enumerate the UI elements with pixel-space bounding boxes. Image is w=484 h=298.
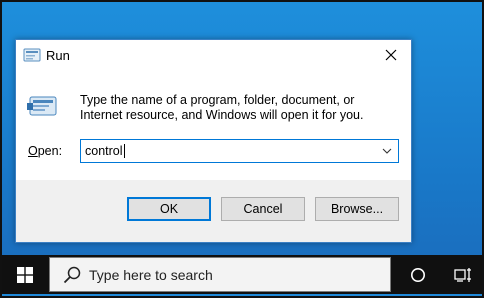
- taskbar-search-box[interactable]: Type here to search: [49, 257, 391, 292]
- close-icon: [385, 49, 397, 61]
- run-app-icon: [27, 96, 57, 116]
- run-dialog: Run Type the name of a program, folder, …: [15, 39, 412, 243]
- ok-button[interactable]: OK: [127, 197, 211, 221]
- close-button[interactable]: [371, 40, 411, 70]
- windows-logo-icon: [17, 266, 33, 283]
- open-label-accel: O: [28, 144, 38, 158]
- open-combobox[interactable]: control: [80, 139, 399, 163]
- task-view-button[interactable]: [448, 255, 478, 294]
- dialog-footer: OK Cancel Browse...: [16, 180, 411, 242]
- open-input[interactable]: control: [85, 144, 125, 158]
- cortana-button[interactable]: [402, 255, 434, 294]
- cancel-button[interactable]: Cancel: [221, 197, 305, 221]
- cortana-icon: [411, 267, 425, 282]
- dropdown-button[interactable]: [376, 140, 398, 162]
- start-button[interactable]: [2, 255, 48, 294]
- search-icon: [63, 266, 81, 284]
- open-label-rest: pen:: [37, 144, 63, 158]
- run-icon: [23, 48, 41, 62]
- task-view-icon: [454, 267, 471, 282]
- open-label: Open:: [28, 144, 62, 158]
- title-bar[interactable]: Run: [16, 40, 411, 70]
- browse-button[interactable]: Browse...: [315, 197, 399, 221]
- taskbar: Type here to search: [2, 255, 482, 294]
- dialog-title: Run: [46, 48, 70, 63]
- dialog-description: Type the name of a program, folder, docu…: [80, 93, 364, 122]
- chevron-down-icon: [382, 148, 392, 154]
- search-placeholder: Type here to search: [89, 267, 213, 283]
